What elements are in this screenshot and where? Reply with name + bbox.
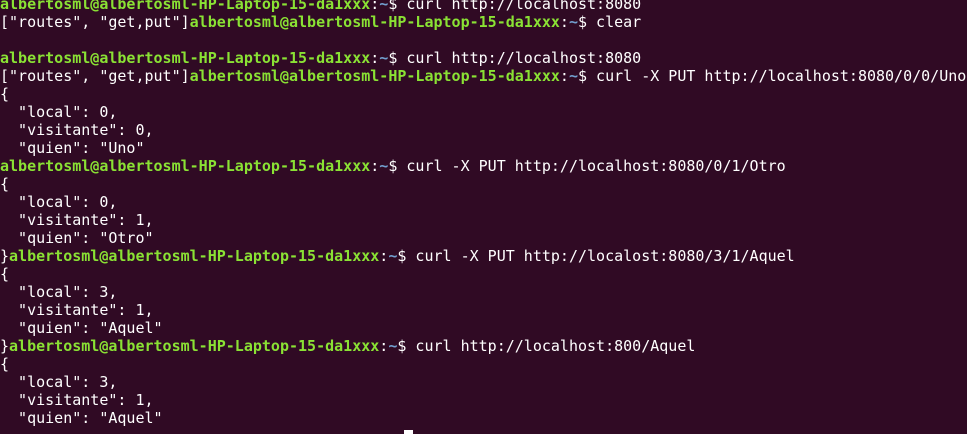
- terminal-line: "visitante": 1,: [0, 211, 154, 229]
- terminal-line: {: [0, 355, 9, 373]
- output-text: "quien": "Otro": [0, 229, 154, 247]
- prompt-path: ~: [379, 157, 389, 175]
- output-text: :: [559, 67, 569, 85]
- output-text: "quien": "Aquel": [0, 319, 163, 337]
- terminal-line: "quien": "Aquel": [0, 409, 163, 427]
- terminal-line: }albertosml@albertosml-HP-Laptop-15-da1x…: [0, 337, 695, 355]
- prompt-user-host: albertosml@albertosml-HP-Laptop-15-da1xx…: [0, 157, 371, 175]
- terminal-line: ["routes", "get,put"]albertosml@albertos…: [0, 67, 966, 85]
- terminal-line: "local": 0,: [0, 103, 117, 121]
- output-text: {: [0, 355, 10, 373]
- terminal-line: "visitante": 1,: [0, 391, 154, 409]
- terminal-line: "local": 3,: [0, 283, 117, 301]
- output-text: :: [370, 0, 380, 13]
- terminal-line: ["routes", "get,put"]albertosml@albertos…: [0, 13, 641, 31]
- output-text: ["routes", "get,put"]: [0, 13, 190, 31]
- prompt-path: ~: [379, 0, 389, 13]
- output-text: $ curl http://localhost:8080: [388, 0, 642, 13]
- terminal-line: "local": 3,: [0, 373, 117, 391]
- text-cursor: [404, 430, 413, 434]
- output-text: :: [370, 49, 380, 67]
- output-text: $ curl http://localhost:8080: [388, 49, 642, 67]
- terminal-line: "local": 0,: [0, 193, 117, 211]
- output-text: {: [0, 175, 10, 193]
- prompt-path: ~: [568, 13, 578, 31]
- terminal-line: albertosml@albertosml-HP-Laptop-15-da1xx…: [0, 0, 641, 13]
- output-text: {: [0, 85, 10, 103]
- terminal-line: "visitante": 0,: [0, 121, 154, 139]
- output-text: "local": 0,: [0, 193, 118, 211]
- output-text: "visitante": 1,: [0, 391, 154, 409]
- output-text: ["routes", "get,put"]: [0, 67, 190, 85]
- terminal-line: "visitante": 1,: [0, 301, 154, 319]
- output-text: "local": 3,: [0, 373, 118, 391]
- terminal-line: albertosml@albertosml-HP-Laptop-15-da1xx…: [0, 49, 641, 67]
- output-text: $ curl -X PUT http://localhost:8080/0/1/…: [388, 157, 786, 175]
- output-text: "visitante": 1,: [0, 211, 154, 229]
- output-text: :: [379, 337, 389, 355]
- prompt-user-host: albertosml@albertosml-HP-Laptop-15-da1xx…: [189, 67, 560, 85]
- terminal-line: {: [0, 265, 9, 283]
- prompt-user-host: albertosml@albertosml-HP-Laptop-15-da1xx…: [0, 49, 371, 67]
- prompt-path: ~: [388, 337, 398, 355]
- terminal-line: }albertosml@albertosml-HP-Laptop-15-da1x…: [0, 247, 795, 265]
- terminal-line: {: [0, 175, 9, 193]
- output-text: $ curl http://localhost:800/Aquel: [397, 337, 696, 355]
- prompt-path: ~: [379, 49, 389, 67]
- prompt-path: ~: [568, 67, 578, 85]
- prompt-path: ~: [388, 247, 398, 265]
- terminal-line: "quien": "Aquel": [0, 319, 163, 337]
- prompt-user-host: albertosml@albertosml-HP-Laptop-15-da1xx…: [9, 337, 380, 355]
- prompt-user-host: albertosml@albertosml-HP-Laptop-15-da1xx…: [9, 247, 380, 265]
- terminal-window[interactable]: albertosml@albertosml-HP-Laptop-15-da1xx…: [0, 0, 967, 434]
- output-text: $ curl -X PUT http://localost:8080/3/1/A…: [397, 247, 795, 265]
- output-text: {: [0, 265, 10, 283]
- output-text: "visitante": 0,: [0, 121, 154, 139]
- output-text: :: [379, 247, 389, 265]
- output-text: :: [559, 13, 569, 31]
- prompt-user-host: albertosml@albertosml-HP-Laptop-15-da1xx…: [189, 13, 560, 31]
- output-text: "visitante": 1,: [0, 301, 154, 319]
- output-text: "local": 0,: [0, 103, 118, 121]
- output-text: }: [0, 247, 10, 265]
- terminal-line: "quien": "Otro": [0, 229, 154, 247]
- output-text: $ curl -X PUT http://localhost:8080/0/0/…: [577, 67, 967, 85]
- output-text: "local": 3,: [0, 283, 118, 301]
- output-text: "quien": "Aquel": [0, 409, 163, 427]
- terminal-line: "quien": "Uno": [0, 139, 145, 157]
- output-text: :: [370, 157, 380, 175]
- output-text: "quien": "Uno": [0, 139, 145, 157]
- terminal-line: {: [0, 85, 9, 103]
- output-text: }: [0, 337, 10, 355]
- terminal-line: albertosml@albertosml-HP-Laptop-15-da1xx…: [0, 157, 786, 175]
- output-text: $ clear: [577, 13, 642, 31]
- prompt-user-host: albertosml@albertosml-HP-Laptop-15-da1xx…: [0, 0, 371, 13]
